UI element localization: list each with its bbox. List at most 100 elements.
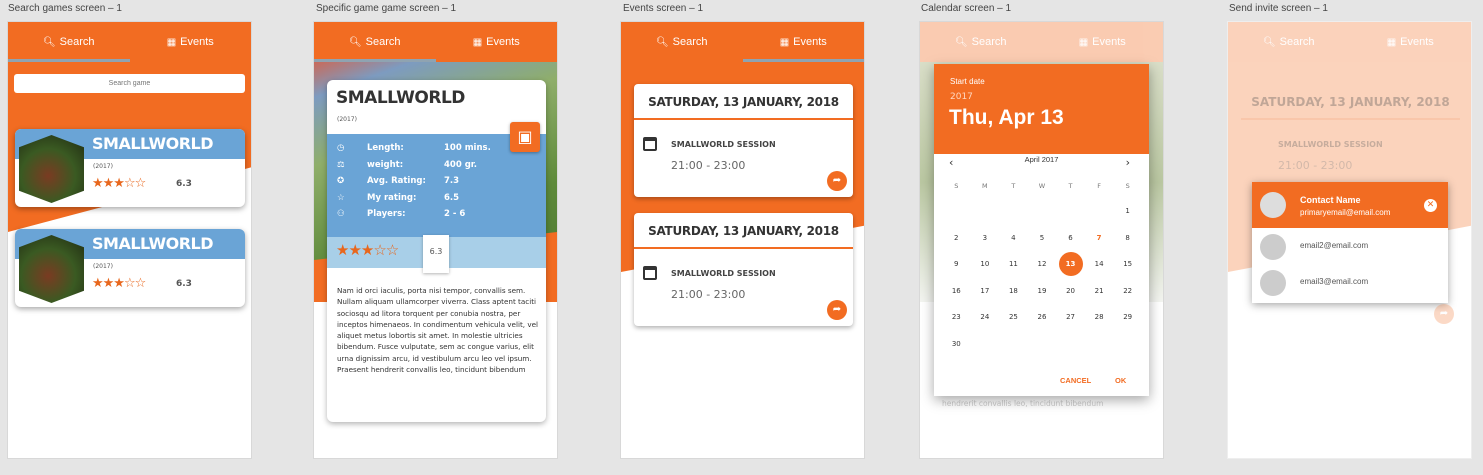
calendar-day[interactable]: 23 — [942, 304, 971, 331]
search-icon: 🔍︎ — [42, 36, 56, 48]
game-cover-image — [19, 235, 84, 303]
tab-events[interactable]: ▦ Events — [130, 22, 252, 62]
event-session: SMALLWORLD SESSION — [671, 140, 776, 149]
chevron-right-icon[interactable]: › — [1126, 156, 1130, 169]
calendar-day[interactable]: 21 — [1085, 278, 1114, 305]
calendar-week: 23 24 25 26 27 28 29 — [942, 304, 1142, 331]
contact-email: email2@email.com — [1300, 241, 1369, 250]
avatar — [1260, 270, 1286, 296]
calendar-day[interactable]: 12 — [1028, 251, 1057, 278]
calendar-day[interactable]: 3 — [971, 225, 1000, 252]
rating-stars: ★★★☆☆ — [92, 176, 146, 191]
tab-events[interactable]: ▦ Events — [1350, 22, 1472, 62]
screen-label: Send invite screen – 1 — [1229, 3, 1328, 14]
tab-events[interactable]: ▦ Events — [1042, 22, 1164, 62]
game-year: (2017) — [93, 163, 113, 170]
calendar-icon: ▦ — [1386, 36, 1397, 48]
calendar-day[interactable]: 27 — [1056, 304, 1085, 331]
calendar-day[interactable]: 20 — [1056, 278, 1085, 305]
contact-row[interactable]: email3@email.com — [1252, 264, 1448, 300]
stat-value: 6.5 — [444, 192, 460, 203]
event-date: SATURDAY, 13 JANUARY, 2018 — [634, 213, 853, 249]
calendar-grid: SMTWTFS 1 2 3 4 5 6 7 8 9 10 11 12 13 14 15 16 17 18 19 20 2… — [942, 182, 1142, 357]
calendar-day[interactable]: 9 — [942, 251, 971, 278]
tab-search[interactable]: 🔍︎ Search — [8, 22, 130, 62]
calendar-day[interactable]: 22 — [1113, 278, 1142, 305]
calendar-day[interactable]: 14 — [1085, 251, 1114, 278]
game-card[interactable]: SMALLWORLD (2017) ★★★☆☆ 6.3 — [15, 129, 245, 207]
weight-icon: ⚖ — [337, 159, 345, 170]
year-selector[interactable]: 2017 — [950, 92, 973, 102]
calendar-day — [971, 331, 1000, 358]
share-icon[interactable]: ➦ — [827, 300, 847, 320]
event-session: SMALLWORLD SESSION — [1278, 140, 1383, 149]
close-icon[interactable]: ✕ — [1424, 199, 1437, 212]
calendar-day[interactable]: 6 — [1056, 225, 1085, 252]
calendar-day[interactable]: 19 — [1028, 278, 1057, 305]
rating-value: 6.3 — [176, 279, 192, 289]
rating-stars: ★★★☆☆ — [92, 276, 146, 291]
weekday-row: SMTWTFS — [942, 182, 1142, 198]
calendar-day[interactable]: 4 — [999, 225, 1028, 252]
calendar-day — [942, 198, 971, 225]
tab-search[interactable]: 🔍︎ Search — [1228, 22, 1350, 62]
calendar-day[interactable]: 17 — [971, 278, 1000, 305]
game-card[interactable]: SMALLWORLD (2017) ★★★☆☆ 6.3 — [15, 229, 245, 307]
calendar-icon: ▦ — [472, 36, 483, 48]
calendar-icon: ▦ — [166, 36, 177, 48]
events-screen: 🔍︎ Search ▦ Events SATURDAY, 13 JANUARY, 2… — [620, 21, 865, 459]
share-icon: ➦ — [1434, 304, 1454, 324]
calendar-day[interactable]: 10 — [971, 251, 1000, 278]
calendar-day[interactable]: 7 — [1085, 225, 1114, 252]
calendar-day[interactable]: 16 — [942, 278, 971, 305]
calendar-day[interactable]: 24 — [971, 304, 1000, 331]
calendar-day[interactable]: 2 — [942, 225, 971, 252]
calendar-day[interactable]: 26 — [1028, 304, 1057, 331]
game-title: SMALLWORLD — [92, 234, 214, 253]
invite-contacts-dialog: Contact Name primaryemail@email.com ✕ em… — [1252, 182, 1448, 303]
stat-label: My rating: — [367, 192, 417, 203]
ok-button[interactable]: OK — [1115, 376, 1126, 385]
calendar-screen: 🔍︎ Search ▦ Events hendrerit convallis leo… — [919, 21, 1164, 459]
share-icon[interactable]: ➦ — [827, 171, 847, 191]
calendar-day[interactable]: 11 — [999, 251, 1028, 278]
calendar-day[interactable]: 5 — [1028, 225, 1057, 252]
calendar-week: 16 17 18 19 20 21 22 — [942, 278, 1142, 305]
contact-row-primary[interactable]: Contact Name primaryemail@email.com ✕ — [1252, 182, 1448, 228]
calendar-day[interactable]: 1 — [1113, 198, 1142, 225]
event-card[interactable]: SATURDAY, 13 JANUARY, 2018 SMALLWORLD SE… — [634, 213, 853, 326]
contact-row[interactable]: email2@email.com — [1252, 228, 1448, 264]
search-input[interactable] — [14, 74, 245, 93]
tab-search[interactable]: 🔍︎ Search — [621, 22, 743, 62]
star-badge-icon: ✪ — [337, 176, 345, 186]
selected-day[interactable]: 13 — [1058, 252, 1083, 276]
weekday-label: T — [1068, 182, 1073, 190]
event-time: 21:00 - 23:00 — [1278, 159, 1353, 172]
event-card[interactable]: SATURDAY, 13 JANUARY, 2018 SMALLWORLD SE… — [634, 84, 853, 197]
calendar-day[interactable]: 29 — [1113, 304, 1142, 331]
avatar — [1260, 234, 1286, 260]
selected-date: Thu, Apr 13 — [949, 106, 1064, 129]
calendar-day[interactable]: 18 — [999, 278, 1028, 305]
event-time: 21:00 - 23:00 — [671, 288, 746, 301]
weekday-label: S — [1125, 182, 1130, 190]
stat-label: Players: — [367, 209, 406, 219]
calendar-day[interactable]: 30 — [942, 331, 971, 358]
tab-events[interactable]: ▦ Events — [436, 22, 558, 62]
tab-events[interactable]: ▦ Events — [742, 22, 864, 62]
event-date: SATURDAY, 13 JANUARY, 2018 — [1241, 84, 1460, 120]
rating-flag: 6.3 — [423, 235, 449, 273]
tab-search[interactable]: 🔍︎ Search — [314, 22, 436, 62]
game-cover-image — [19, 135, 84, 203]
tab-label: Search — [672, 36, 708, 48]
calendar-day[interactable]: 15 — [1113, 251, 1142, 278]
tab-search[interactable]: 🔍︎ Search — [920, 22, 1042, 62]
calendar-day[interactable]: 25 — [999, 304, 1028, 331]
calendar-icon[interactable]: ▣ — [510, 122, 540, 152]
cancel-button[interactable]: CANCEL — [1060, 376, 1091, 385]
calendar-day[interactable]: 13 — [1056, 251, 1085, 278]
calendar-day[interactable]: 8 — [1113, 225, 1142, 252]
calendar-day[interactable]: 28 — [1085, 304, 1114, 331]
tab-label: Events — [1400, 36, 1434, 48]
calendar-day — [999, 331, 1028, 358]
